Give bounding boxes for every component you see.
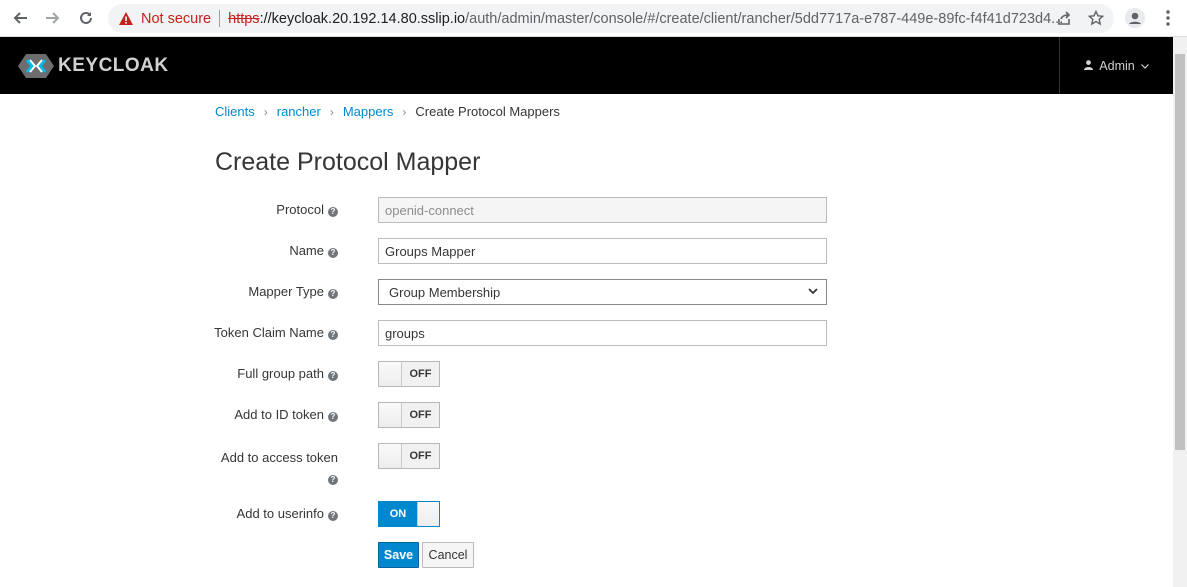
add-to-id-token-toggle[interactable]: OFF [378,402,440,428]
user-icon [1084,59,1094,73]
help-icon[interactable]: ? [328,412,338,422]
url-host: ://keycloak.20.192.14.80.sslip.io [259,10,466,27]
security-label[interactable]: Not secure [141,11,211,27]
add-to-id-token-label-text: Add to ID token [234,407,324,422]
help-icon[interactable]: ? [328,207,338,217]
app-header: KEYCLOAK Admin [0,37,1173,94]
name-label-text: Name [289,243,324,258]
breadcrumb-current: Create Protocol Mappers [415,104,560,119]
keycloak-logo[interactable]: KEYCLOAK [18,54,169,78]
name-label: Name? [289,243,338,258]
browser-toolbar: Not secure https://keycloak.20.192.14.80… [0,0,1187,37]
save-button[interactable]: Save [378,542,419,568]
mapper-type-select[interactable]: Group Membership [378,279,827,305]
url-scheme: https [228,10,260,27]
protocol-label-text: Protocol [276,202,324,217]
chevron-right-icon: › [402,104,407,119]
share-icon[interactable] [1053,7,1075,29]
protocol-field[interactable]: openid-connect [378,197,827,223]
browser-menu-icon[interactable] [1157,7,1179,29]
help-icon[interactable]: ? [328,371,338,381]
bookmark-star-icon[interactable] [1085,7,1107,29]
protocol-label: Protocol? [276,202,338,217]
add-to-access-token-label: Add to access token ? [221,448,338,488]
chevron-down-icon [808,286,818,298]
back-icon[interactable] [8,7,32,29]
scrollbar-thumb[interactable] [1175,54,1185,450]
mapper-type-label: Mapper Type? [248,284,338,299]
url-path: /auth/admin/master/console/#/create/clie… [465,10,1064,27]
full-group-path-label: Full group path? [237,366,338,381]
add-to-userinfo-label-text: Add to userinfo [236,506,324,521]
toggle-knob [417,502,439,526]
mapper-type-value: Group Membership [389,284,501,300]
chevron-right-icon: › [329,104,334,119]
reload-icon[interactable] [74,7,98,29]
user-label: Admin [1099,58,1135,73]
divider [219,10,221,27]
page-title: Create Protocol Mapper [215,148,481,176]
add-to-access-token-label-text: Add to access token [220,450,338,465]
toggle-state: ON [379,502,417,526]
add-to-userinfo-label: Add to userinfo? [237,506,338,521]
toggle-state: OFF [402,444,439,468]
mapper-type-label-text: Mapper Type [248,284,324,299]
name-field[interactable]: Groups Mapper [378,238,827,264]
full-group-path-toggle[interactable]: OFF [378,361,440,387]
toggle-knob [379,362,402,386]
logo-text: KEYCLOAK [58,55,169,76]
breadcrumb-rancher[interactable]: rancher [277,104,321,119]
chevron-right-icon: › [263,104,268,119]
add-to-id-token-label: Add to ID token? [234,407,338,422]
full-group-path-label-text: Full group path [237,366,324,381]
chevron-down-icon [1140,61,1149,71]
help-icon[interactable]: ? [328,248,338,258]
add-to-access-token-toggle[interactable]: OFF [378,443,440,469]
token-claim-name-field[interactable]: groups [378,320,827,346]
help-icon[interactable]: ? [328,289,338,299]
toggle-knob [379,403,402,427]
help-icon[interactable]: ? [328,330,338,340]
breadcrumb: Clients › rancher › Mappers › Create Pro… [215,104,560,119]
toggle-knob [379,444,402,468]
toggle-state: OFF [402,362,439,386]
add-to-userinfo-toggle[interactable]: ON [378,501,440,527]
warning-icon [118,11,134,27]
breadcrumb-clients[interactable]: Clients [215,104,255,119]
toggle-state: OFF [402,403,439,427]
address-bar[interactable]: Not secure https://keycloak.20.192.14.80… [108,4,1114,33]
keycloak-logo-icon [18,54,54,78]
token-claim-name-label-text: Token Claim Name [214,325,324,340]
help-icon[interactable]: ? [328,475,338,485]
profile-icon[interactable] [1124,7,1146,29]
help-icon[interactable]: ? [328,511,338,521]
token-claim-name-label: Token Claim Name? [214,325,338,340]
user-menu[interactable]: Admin [1059,37,1173,94]
forward-icon[interactable] [41,7,65,29]
breadcrumb-mappers[interactable]: Mappers [343,104,394,119]
cancel-button[interactable]: Cancel [422,542,474,568]
